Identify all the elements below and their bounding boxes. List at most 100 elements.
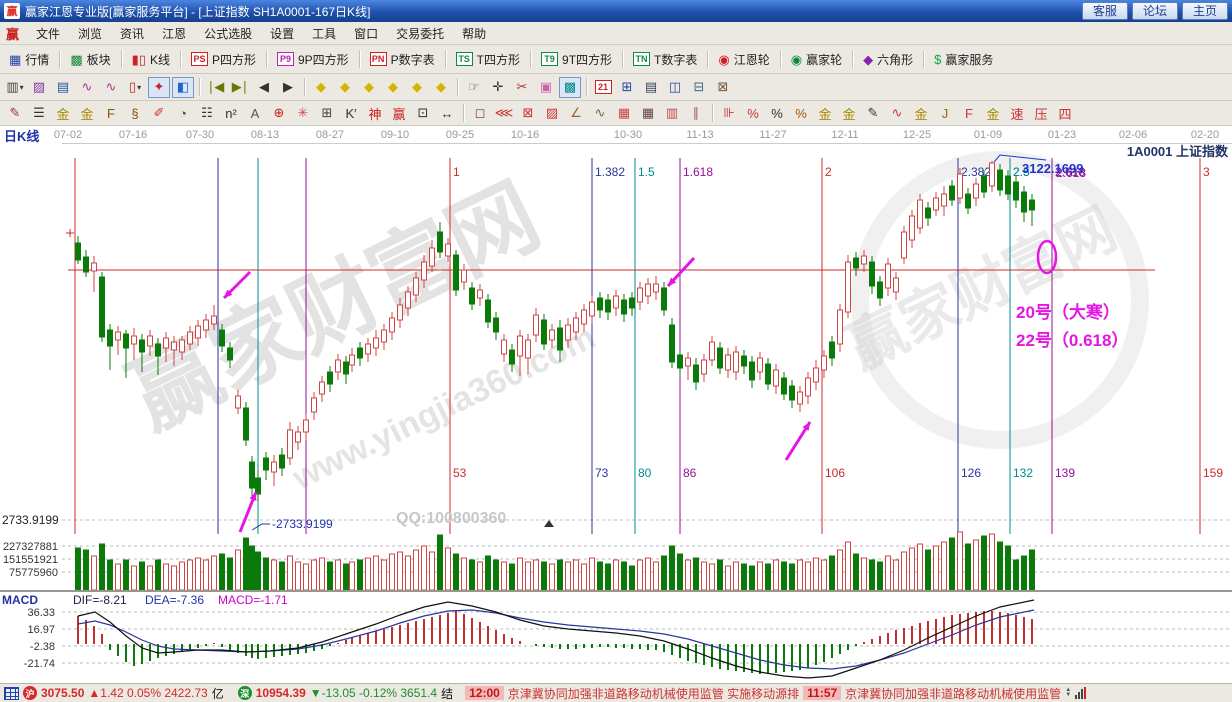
- box-hatch-tool[interactable]: ▨: [541, 103, 563, 124]
- speed-angle-tool[interactable]: 速: [1006, 103, 1028, 124]
- color-histogram-button[interactable]: ◧: [172, 77, 194, 98]
- quote-info-button[interactable]: ▤: [52, 77, 74, 98]
- gold-angle-tool[interactable]: 金: [982, 103, 1004, 124]
- goto-first-button[interactable]: ∣◀: [205, 77, 227, 98]
- prev-bar-button[interactable]: ◀: [253, 77, 275, 98]
- menu-文件[interactable]: 文件: [27, 23, 69, 44]
- kline-button[interactable]: ▮▯K线: [126, 48, 176, 71]
- winner-wheel-button[interactable]: ◉赢家轮: [785, 48, 848, 71]
- 9t-square-button[interactable]: T99T四方形: [535, 48, 618, 71]
- kline-period-dropdown[interactable]: ▥▾: [4, 77, 26, 98]
- grid-red2-tool[interactable]: ▥: [661, 103, 683, 124]
- market-grid-icon[interactable]: [4, 687, 19, 700]
- hand-drag-button[interactable]: ☞: [463, 77, 485, 98]
- news-text-2[interactable]: 京津冀协同加强非道路移动机械使用监管: [845, 685, 1061, 702]
- menu-公式选股[interactable]: 公式选股: [195, 23, 261, 44]
- pattern-window-button[interactable]: ▨: [28, 77, 50, 98]
- zoom-out-h-button[interactable]: ◆: [382, 77, 404, 98]
- price-hash-tool[interactable]: ☷: [196, 103, 218, 124]
- box-x-tool[interactable]: ⊠: [517, 103, 539, 124]
- grid-red-tool[interactable]: ▦: [613, 103, 635, 124]
- export-data-button[interactable]: ⊟: [688, 77, 710, 98]
- gann-compass-tool[interactable]: ⊕: [268, 103, 290, 124]
- ray-fan-tool[interactable]: ⋘: [493, 103, 515, 124]
- news-text-1[interactable]: 京津冀协同加强非道路移动机械使用监管 实施移动源排: [508, 685, 799, 702]
- forum-button[interactable]: 论坛: [1132, 2, 1178, 20]
- slash-lines-tool[interactable]: ∥: [685, 103, 707, 124]
- window-frame-tool[interactable]: ◻: [469, 103, 491, 124]
- red-pencil-tool[interactable]: ✐: [148, 103, 170, 124]
- gold-underline-tool[interactable]: 金: [838, 103, 860, 124]
- span-measure-tool[interactable]: ↔: [436, 103, 458, 124]
- percent-zone-tool[interactable]: %: [742, 103, 764, 124]
- menu-工具[interactable]: 工具: [303, 23, 345, 44]
- f-angle-tool[interactable]: F: [958, 103, 980, 124]
- send-report-button[interactable]: ⊠: [712, 77, 734, 98]
- ma9-chart-button[interactable]: ∿: [100, 77, 122, 98]
- brush-tool[interactable]: ✎: [862, 103, 884, 124]
- j-angle-tool[interactable]: J: [934, 103, 956, 124]
- gold-circle-tool[interactable]: 金: [814, 103, 836, 124]
- percent-tool[interactable]: %: [766, 103, 788, 124]
- notepad-button[interactable]: ▤: [640, 77, 662, 98]
- number-table-tool[interactable]: ⊡: [412, 103, 434, 124]
- candle-type-dropdown[interactable]: ▯▾: [124, 77, 146, 98]
- scroll-down-icon[interactable]: ▼: [1065, 693, 1071, 698]
- four-angle-tool[interactable]: 四: [1054, 103, 1076, 124]
- menu-窗口[interactable]: 窗口: [345, 23, 387, 44]
- goto-last-button[interactable]: ▶∣: [229, 77, 251, 98]
- crosshair-button[interactable]: ✛: [487, 77, 509, 98]
- compress-button[interactable]: ◆: [406, 77, 428, 98]
- p-number-table-button[interactable]: PNP数字表: [364, 48, 441, 71]
- gann-wheel-button[interactable]: ◉江恩轮: [712, 48, 775, 71]
- reversal-marker-button[interactable]: ✦: [148, 77, 170, 98]
- zoom-in-h-button[interactable]: ◆: [358, 77, 380, 98]
- gold2-tool[interactable]: 金: [910, 103, 932, 124]
- grid-window-tool[interactable]: ⊞: [316, 103, 338, 124]
- n-square-tool[interactable]: n²: [220, 103, 242, 124]
- spiral-tool[interactable]: §: [124, 103, 146, 124]
- shen-tool[interactable]: 神: [364, 103, 386, 124]
- time-cycle-tool[interactable]: ◔: [172, 103, 194, 124]
- ma3-chart-button[interactable]: ∿: [76, 77, 98, 98]
- golden-grid-tool[interactable]: 金: [52, 103, 74, 124]
- k-angle-tool[interactable]: K′: [340, 103, 362, 124]
- service-button[interactable]: 客服: [1082, 2, 1128, 20]
- compass-flower-tool[interactable]: ✳: [292, 103, 314, 124]
- 9p-square-button[interactable]: P99P四方形: [271, 48, 355, 71]
- expand-button[interactable]: ◆: [430, 77, 452, 98]
- golden-grid2-tool[interactable]: 金: [76, 103, 98, 124]
- t-square-button[interactable]: TST四方形: [450, 48, 526, 71]
- quotes-button[interactable]: ▦行情: [3, 48, 55, 71]
- menu-浏览[interactable]: 浏览: [69, 23, 111, 44]
- maze-analysis-button[interactable]: ▩: [559, 77, 581, 98]
- t-number-table-button[interactable]: TNT数字表: [627, 48, 703, 71]
- wave-check-tool[interactable]: ∿: [589, 103, 611, 124]
- menu-交易委托[interactable]: 交易委托: [387, 23, 453, 44]
- shift-right-button[interactable]: ◆: [334, 77, 356, 98]
- grid-dark-tool[interactable]: ▦: [637, 103, 659, 124]
- calculator-button[interactable]: ⊞: [616, 77, 638, 98]
- pink-window-button[interactable]: ▣: [535, 77, 557, 98]
- p-square-button[interactable]: PSP四方形: [185, 48, 262, 71]
- home-button[interactable]: 主页: [1182, 2, 1228, 20]
- menu-江恩[interactable]: 江恩: [153, 23, 195, 44]
- angle-line-tool[interactable]: ∠: [565, 103, 587, 124]
- calendar-21-button[interactable]: 21: [592, 77, 614, 98]
- hexagon-button[interactable]: ◆六角形: [857, 48, 919, 71]
- cut-button[interactable]: ✂: [511, 77, 533, 98]
- menu-设置[interactable]: 设置: [261, 23, 303, 44]
- next-bar-button[interactable]: ▶: [277, 77, 299, 98]
- ying-tool[interactable]: 赢: [388, 103, 410, 124]
- chart-canvas[interactable]: 赢家财富网www.yingjia360.com赢家财富网07-0207-1607…: [0, 126, 1232, 683]
- news-scroll-arrows[interactable]: ▲ ▼: [1065, 688, 1071, 698]
- save-button[interactable]: ◫: [664, 77, 686, 98]
- shift-left-button[interactable]: ◆: [310, 77, 332, 98]
- pencil-tool[interactable]: ✎: [4, 103, 26, 124]
- fib-grid-tool[interactable]: F: [100, 103, 122, 124]
- menu-资讯[interactable]: 资讯: [111, 23, 153, 44]
- percent-line-tool[interactable]: %: [790, 103, 812, 124]
- column-percent-tool[interactable]: ⊪: [718, 103, 740, 124]
- sectors-button[interactable]: ▩板块: [64, 48, 116, 71]
- winner-service-button[interactable]: $赢家服务: [928, 48, 999, 71]
